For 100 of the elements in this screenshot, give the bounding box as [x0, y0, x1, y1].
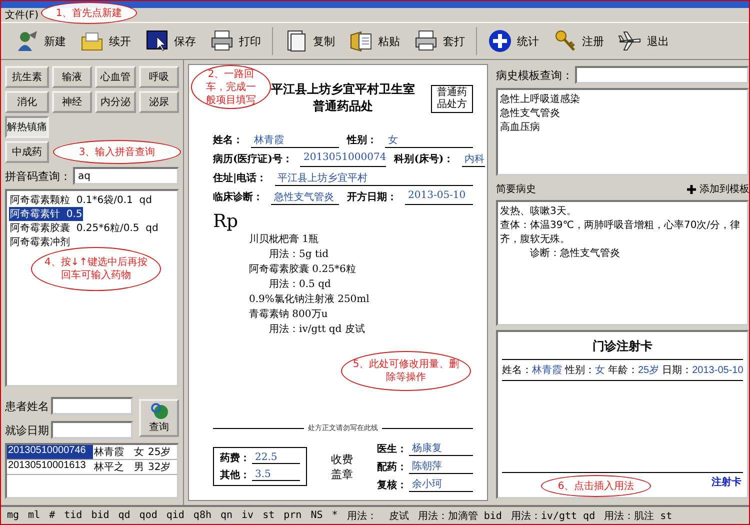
usage-token[interactable]: #	[49, 510, 56, 521]
card-field: 年龄：25岁	[608, 363, 660, 377]
usage-token[interactable]: 用法：加滴管 bid	[418, 508, 502, 522]
field-label: 病历(医疗证)号：	[213, 152, 292, 167]
field-value: 陈朝萍	[409, 459, 473, 474]
card-title: 门诊注射卡	[502, 338, 744, 360]
toolbar-button[interactable]: 套打	[408, 27, 471, 55]
category-tab[interactable]: 抗生素	[5, 66, 49, 88]
template-item[interactable]: 急性支气管炎	[500, 106, 746, 120]
toolbar-icon	[145, 29, 169, 53]
field-label: 医生：	[377, 442, 407, 456]
usage-token[interactable]: qn	[220, 510, 233, 521]
field-value[interactable]: 2013-05-10	[405, 190, 473, 205]
history-text: 发热、咳嗽3天。	[500, 204, 578, 218]
usage-token[interactable]: st	[262, 510, 275, 521]
field-value[interactable]: 平江县上坊乡宜平村	[274, 171, 473, 186]
field-value[interactable]: 林青霞	[251, 133, 339, 148]
usage-token[interactable]: qid	[166, 510, 184, 521]
toolbar-button[interactable]: 复制	[278, 27, 341, 55]
toolbar-icon	[15, 29, 39, 53]
usage-token[interactable]: 用法： 皮试	[346, 508, 409, 522]
usage-token[interactable]: prn	[284, 510, 302, 521]
usage-token[interactable]: bid	[91, 510, 110, 521]
field-value[interactable]: 急性支气管炎	[271, 190, 339, 205]
menu-item[interactable]: 文件(F)	[5, 8, 39, 22]
toolbar-button[interactable]: 保存	[139, 27, 202, 55]
table-cell-text: 林青霞	[93, 446, 125, 459]
usage-token[interactable]: tid	[64, 510, 82, 521]
globe-search-icon	[149, 402, 169, 420]
add-template-button[interactable]: 添加到模板	[687, 182, 750, 196]
seal-text: 收费	[331, 452, 353, 466]
category-tab[interactable]: 泌尿	[138, 91, 179, 113]
category-tab[interactable]: 神经	[52, 91, 92, 113]
category-tab[interactable]: 呼吸	[138, 66, 179, 88]
toolbar-icon	[210, 29, 234, 53]
field-label: 复核：	[377, 478, 407, 492]
usage-token[interactable]: iv	[242, 510, 254, 521]
field-value: 杨康复	[409, 441, 473, 456]
field-label: 性别：	[347, 134, 377, 148]
category-tab[interactable]: 消化	[5, 91, 49, 113]
pinyin-field[interactable]: aq	[73, 167, 179, 185]
table-cell-text: 32岁	[147, 460, 172, 474]
visit-date-label: 就诊日期	[5, 422, 49, 438]
seal-text: 盖章	[331, 466, 353, 482]
visit-date-field[interactable]	[51, 421, 133, 439]
usage-token[interactable]: *	[332, 510, 338, 521]
usage-token[interactable]: NS	[310, 510, 323, 521]
rp-mark: Rp	[213, 211, 240, 232]
toolbar-button[interactable]: 新建	[9, 27, 72, 55]
history-text-area[interactable]: 发热、咳嗽3天。 查体：体温39℃，两肺呼吸音增粗，心率70次/分，律齐，腹软无殊。 诊断：急性支气管炎	[496, 200, 750, 326]
field-value: 3.5	[252, 469, 300, 481]
search-button[interactable]: 查询	[139, 399, 179, 437]
usage-token[interactable]: q8h	[193, 510, 212, 521]
toolbar-button[interactable]: 注册	[547, 27, 610, 55]
toolbar-button[interactable]: 统计	[482, 27, 545, 55]
drug-line: 阿奇霉素胶囊 0.25*6粒	[249, 262, 357, 276]
field-label: 科别(床号)：	[394, 152, 454, 167]
usage-token[interactable]: qod	[139, 510, 158, 521]
template-item[interactable]: 高血压病	[500, 120, 746, 134]
toolbar-button[interactable]: 续开	[74, 27, 137, 55]
usage-token[interactable]: mg	[7, 510, 20, 521]
usage-line: 用法：0.5 qd	[268, 278, 332, 291]
category-tab[interactable]: 输液	[52, 66, 92, 88]
section-title: 简要病史	[496, 182, 536, 196]
history-text: 查体：体温39℃，两肺呼吸音增粗，心率70次/分，律齐，腹软无殊。	[500, 218, 742, 246]
usage-token[interactable]: qd	[118, 510, 130, 521]
category-tab[interactable]: 中成药	[5, 141, 49, 163]
usage-token[interactable]: 用法：肌注 st	[604, 508, 672, 522]
drug-list-item[interactable]: 阿奇霉素针 0.5	[9, 207, 84, 221]
plus-icon	[687, 184, 696, 194]
usage-token[interactable]: 用法：iv/gtt qd	[510, 508, 596, 522]
pinyin-label: 拼音码查询：	[5, 168, 71, 184]
table-cell[interactable]: 20130510001613	[7, 460, 93, 474]
table-cell-text: 25岁	[147, 446, 172, 459]
field-value[interactable]: 女	[385, 133, 473, 148]
injection-card-button[interactable]: 注射卡	[709, 473, 744, 491]
toolbar-button[interactable]: 退出	[612, 27, 675, 55]
usage-line: 用法：iv/gtt qd 皮试	[268, 322, 366, 336]
table-cell[interactable]: 20130510000746	[7, 445, 93, 459]
category-tab[interactable]: 内分泌	[95, 91, 136, 113]
history-search-field[interactable]	[575, 66, 750, 84]
field-value[interactable]: 内科	[462, 152, 485, 167]
toolbar-button[interactable]: 粘贴	[343, 27, 406, 55]
category-tab[interactable]: 解热镇痛	[5, 116, 49, 138]
field-value[interactable]: 2013051000074	[300, 152, 386, 167]
drug-list-item[interactable]: 阿奇霉素颗粒 0.1*6袋/0.1 qd	[9, 195, 153, 206]
field-value: 余小珂	[409, 477, 473, 492]
usage-token[interactable]: ml	[28, 510, 40, 521]
patient-name-field[interactable]	[51, 397, 133, 415]
drug-list-item[interactable]: 阿奇霉素冲剂	[9, 237, 71, 248]
drug-line: 0.9%氯化钠注射液 250ml	[249, 292, 370, 306]
toolbar-icon	[553, 29, 577, 53]
toolbar-button[interactable]: 打印	[204, 27, 267, 55]
prescription-title: 普通药品处	[312, 98, 374, 115]
drug-list-item[interactable]: 阿奇霉素胶囊 0.25*6粒/0.5 qd	[9, 223, 160, 234]
toolbar-icon	[488, 29, 512, 53]
history-text: 诊断：急性支气管炎	[529, 246, 621, 260]
category-tab[interactable]: 心血管	[95, 66, 136, 88]
template-item[interactable]: 急性上呼吸道感染	[500, 92, 746, 106]
field-label: 药费：	[220, 452, 250, 465]
